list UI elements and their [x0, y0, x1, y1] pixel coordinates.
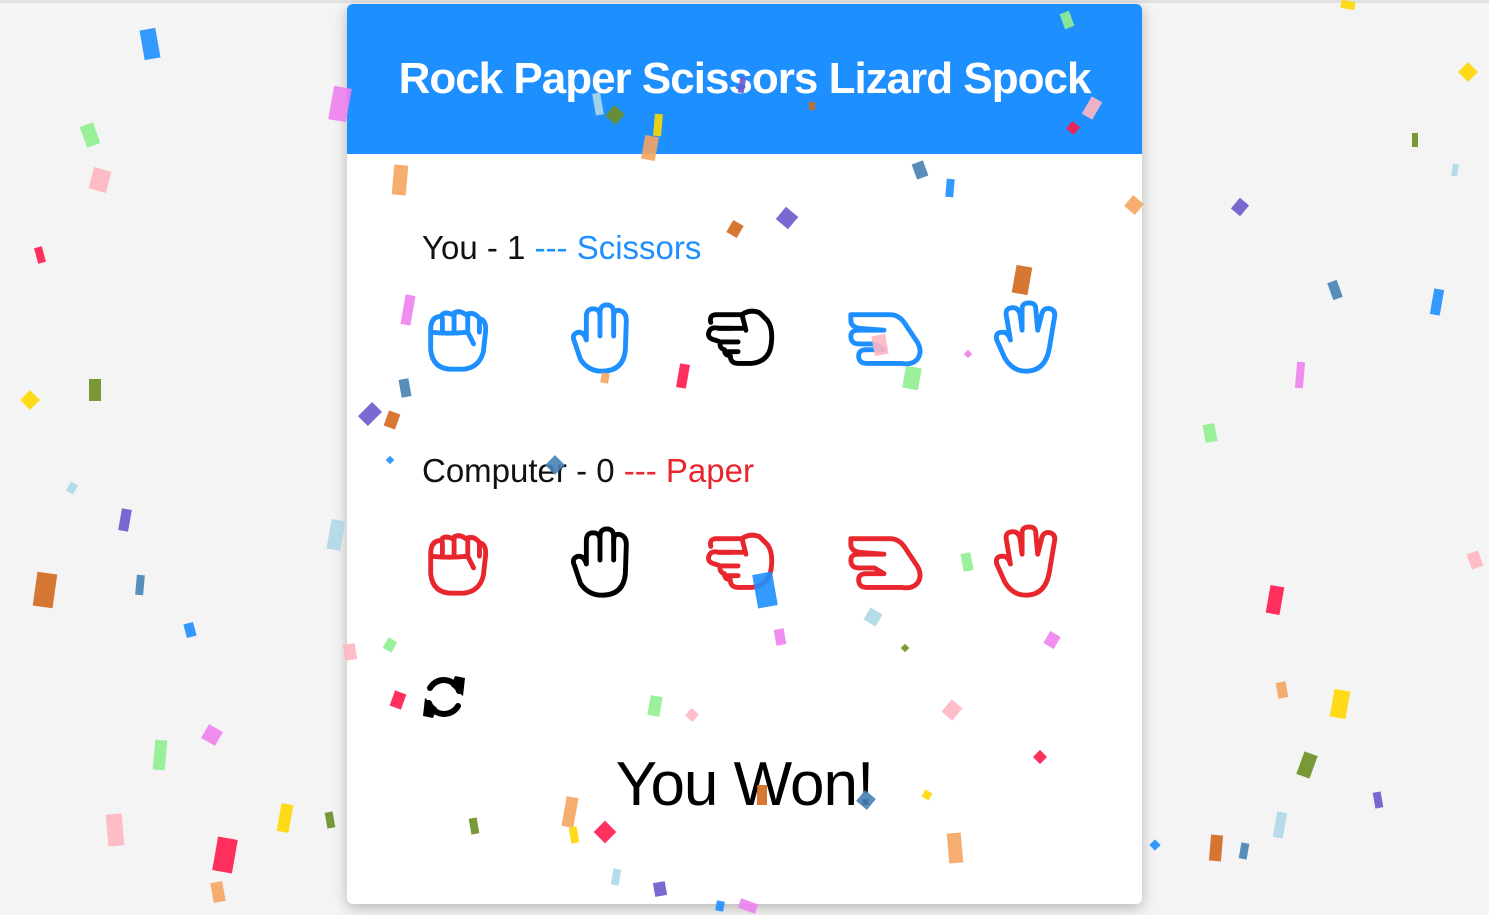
- confetti-piece: [118, 508, 132, 532]
- confetti-piece: [183, 621, 197, 639]
- confetti-piece: [1429, 288, 1445, 316]
- hand-paper-icon: [570, 526, 629, 598]
- top-border: [0, 0, 1489, 3]
- confetti-piece: [210, 881, 226, 903]
- refresh-icon: [423, 676, 465, 718]
- computer-rock-button[interactable]: [419, 524, 497, 602]
- computer-choice-dashes: ---: [623, 452, 657, 489]
- confetti-piece: [20, 390, 40, 410]
- confetti-piece: [1412, 133, 1418, 147]
- player-choice: Scissors: [576, 229, 702, 266]
- confetti-piece: [212, 836, 238, 874]
- confetti-piece: [88, 167, 112, 193]
- confetti-piece: [34, 246, 46, 264]
- game-card: Rock Paper Scissors Lizard Spock You - 1…: [347, 4, 1142, 904]
- player-label: You: [422, 229, 478, 266]
- computer-separator: -: [576, 452, 588, 489]
- confetti-piece: [1202, 423, 1218, 443]
- hand-lizard-icon: [848, 312, 923, 367]
- confetti-piece: [326, 519, 346, 551]
- result-message: You Won!: [615, 750, 874, 819]
- hand-rock-icon: [428, 309, 489, 372]
- confetti-piece: [1265, 584, 1285, 616]
- player-score: 1: [507, 229, 526, 266]
- hand-scissors-icon: [706, 532, 775, 590]
- confetti-piece: [1296, 751, 1318, 779]
- player-hand-options: [419, 300, 1065, 378]
- confetti-piece: [1272, 811, 1288, 839]
- confetti-piece: [1451, 163, 1459, 177]
- computer-paper-button[interactable]: [561, 524, 639, 602]
- player-score-row: You - 1 --- Scissors: [422, 229, 701, 267]
- player-scissors-button[interactable]: [703, 300, 781, 378]
- confetti-piece: [324, 811, 336, 829]
- confetti-piece: [276, 803, 294, 833]
- hand-spock-icon: [993, 300, 1058, 374]
- player-choice-dashes: ---: [534, 229, 568, 266]
- reset-button[interactable]: [419, 672, 469, 722]
- confetti-piece: [1372, 791, 1384, 809]
- hand-lizard-icon: [848, 536, 923, 591]
- player-separator: -: [486, 229, 498, 266]
- confetti-piece: [1327, 279, 1343, 301]
- computer-label: Computer: [422, 452, 567, 489]
- confetti-piece: [66, 481, 78, 495]
- computer-score: 0: [596, 452, 615, 489]
- computer-hand-options: [419, 524, 1065, 602]
- confetti-piece: [1230, 197, 1250, 217]
- confetti-piece: [152, 739, 168, 771]
- confetti-piece: [1275, 681, 1289, 699]
- confetti-piece: [139, 27, 161, 61]
- confetti-piece: [135, 574, 145, 596]
- confetti-piece: [1466, 550, 1484, 570]
- confetti-piece: [79, 122, 101, 148]
- hand-spock-icon: [993, 524, 1058, 598]
- computer-score-row: Computer - 0 --- Paper: [422, 452, 754, 490]
- confetti-piece: [1208, 834, 1224, 862]
- computer-lizard-button[interactable]: [845, 524, 923, 602]
- page-title: Rock Paper Scissors Lizard Spock: [398, 54, 1092, 103]
- hand-scissors-icon: [706, 308, 775, 366]
- computer-choice: Paper: [665, 452, 754, 489]
- player-paper-button[interactable]: [561, 300, 639, 378]
- player-rock-button[interactable]: [419, 300, 497, 378]
- computer-scissors-button[interactable]: [703, 524, 781, 602]
- player-lizard-button[interactable]: [845, 300, 923, 378]
- confetti-piece: [1149, 839, 1161, 851]
- confetti-piece: [1238, 842, 1250, 860]
- confetti-piece: [105, 813, 125, 847]
- hand-paper-icon: [570, 302, 629, 374]
- hand-rock-icon: [428, 533, 489, 596]
- confetti-piece: [89, 379, 101, 401]
- confetti-piece: [1329, 688, 1351, 720]
- confetti-piece: [32, 571, 58, 609]
- player-spock-button[interactable]: [987, 300, 1065, 378]
- confetti-piece: [201, 724, 223, 746]
- computer-spock-button[interactable]: [987, 524, 1065, 602]
- confetti-piece: [1294, 361, 1306, 389]
- confetti-piece: [1458, 62, 1478, 82]
- header: Rock Paper Scissors Lizard Spock: [347, 4, 1142, 154]
